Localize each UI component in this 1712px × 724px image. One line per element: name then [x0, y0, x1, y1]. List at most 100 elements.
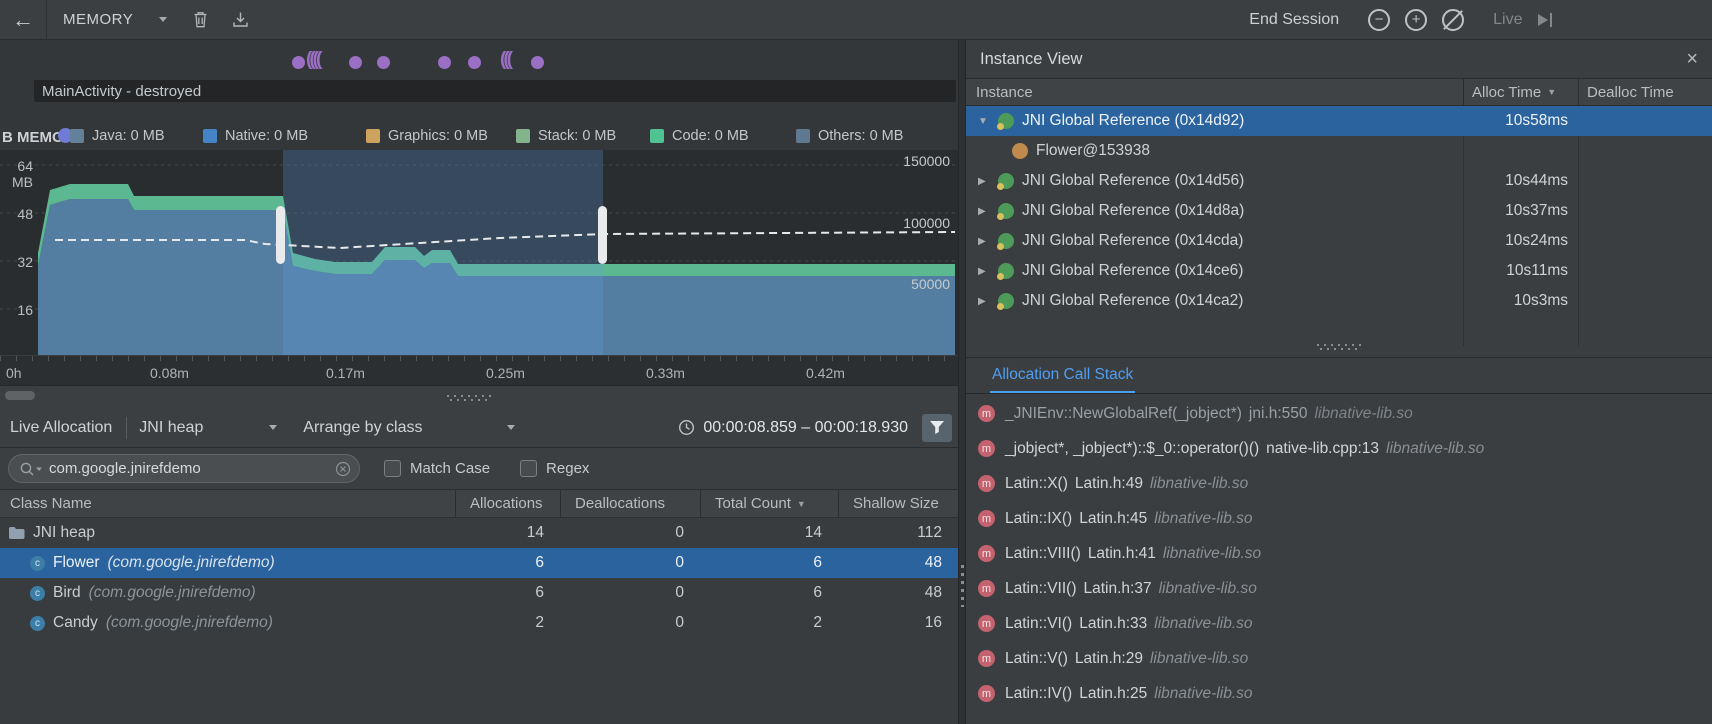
timeline-splitter[interactable] [0, 385, 958, 408]
column-header-shallow-size[interactable]: Shallow Size [838, 490, 958, 518]
zoom-in-button[interactable]: + [1405, 9, 1427, 31]
table-row-candy[interactable]: c Candy (com.google.jnirefdemo) 2 0 2 16 [0, 608, 958, 638]
call-stack-frame[interactable]: m Latin::VI() Latin.h:33 libnative-lib.s… [966, 606, 1712, 641]
table-row-jni-heap[interactable]: JNI heap 14 0 14 112 [0, 518, 958, 548]
column-header-deallocations[interactable]: Deallocations [560, 490, 700, 518]
folder-icon [8, 526, 25, 540]
end-session-button[interactable]: End Session [1249, 11, 1339, 29]
touch-event-icon [377, 56, 390, 69]
table-row-flower[interactable]: c Flower (com.google.jnirefdemo) 6 0 6 4… [0, 548, 958, 578]
back-button[interactable]: ← [0, 0, 46, 40]
filter-button[interactable] [922, 414, 952, 442]
call-stack-frame[interactable]: m Latin::VIII() Latin.h:41 libnative-lib… [966, 536, 1712, 571]
call-stack-frame[interactable]: m _jobject*, _jobject*)::$_0::operator()… [966, 431, 1712, 466]
call-stack-frame[interactable]: m Latin::V() Latin.h:29 libnative-lib.so [966, 641, 1712, 676]
heap-dropdown[interactable]: JNI heap [139, 408, 277, 448]
column-header-dealloc-time[interactable]: Dealloc Time [1578, 78, 1712, 106]
column-header-class-name[interactable]: Class Name [0, 490, 455, 518]
vertical-splitter[interactable] [958, 40, 966, 724]
legend-item-stack: Stack: 0 MB [516, 128, 616, 144]
search-field[interactable] [8, 454, 360, 483]
memory-chart[interactable] [0, 150, 958, 355]
top-toolbar: ← MEMORY End Session − + Live [0, 0, 1712, 40]
expand-icon[interactable]: ▶ [978, 206, 990, 217]
live-allocation-label: Live Allocation [10, 419, 112, 437]
clock-icon [678, 419, 695, 436]
call-stack-frame[interactable]: m Latin::VII() Latin.h:37 libnative-lib.… [966, 571, 1712, 606]
expand-icon[interactable]: ▶ [978, 266, 990, 277]
expand-icon[interactable]: ▶ [978, 296, 990, 307]
tick-marks [0, 356, 958, 361]
discard-session-button[interactable] [181, 0, 220, 40]
expand-icon[interactable]: ▶ [978, 236, 990, 247]
method-icon: m [978, 440, 995, 457]
selection-handle-left[interactable] [276, 206, 285, 264]
regex-checkbox[interactable] [520, 460, 537, 477]
x-axis-label: 0.08m [150, 365, 189, 381]
instance-row[interactable]: ▶ JNI Global Reference (0x14ca2) 10s3ms [966, 286, 1712, 316]
call-stack-frame[interactable]: m Latin::IV() Latin.h:25 libnative-lib.s… [966, 676, 1712, 711]
call-stack-tabbar: Allocation Call Stack [966, 358, 1712, 394]
expand-icon[interactable]: ▶ [978, 176, 990, 187]
profiler-type-dropdown[interactable]: MEMORY [47, 0, 181, 40]
selection-region[interactable] [283, 150, 603, 355]
instance-row[interactable]: ▶ JNI Global Reference (0x14d8a) 10s37ms [966, 196, 1712, 226]
jni-ref-icon [998, 293, 1014, 309]
regex-label: Regex [546, 460, 589, 477]
method-icon: m [978, 615, 995, 632]
go-live-icon[interactable] [1538, 13, 1553, 27]
export-session-button[interactable] [220, 0, 261, 40]
horizontal-splitter[interactable] [966, 344, 1712, 350]
instance-row[interactable]: ▼ JNI Global Reference (0x14d92) 10s58ms [966, 106, 1712, 136]
sort-arrow-icon: ▼ [797, 499, 806, 509]
x-axis-label: 0.33m [646, 365, 685, 381]
call-stack-frame[interactable]: m _JNIEnv::NewGlobalRef(_jobject*) jni.h… [966, 396, 1712, 431]
method-icon: m [978, 475, 995, 492]
arrange-dropdown[interactable]: Arrange by class [303, 408, 515, 448]
instance-row[interactable]: ▶ JNI Global Reference (0x14d56) 10s44ms [966, 166, 1712, 196]
memory-chart-area: 64 MB 48 32 16 150000 100000 50000 [0, 150, 958, 355]
method-icon: m [978, 650, 995, 667]
match-case-checkbox[interactable] [384, 460, 401, 477]
instance-view-titlebar: Instance View × [966, 40, 1712, 78]
collapse-icon[interactable]: ▼ [978, 116, 990, 127]
table-row-bird[interactable]: c Bird (com.google.jnirefdemo) 6 0 6 48 [0, 578, 958, 608]
toolbar-right-group: End Session − + Live [1249, 9, 1712, 31]
legend-swatch [70, 129, 84, 143]
selection-handle-right[interactable] [598, 206, 607, 264]
close-icon[interactable]: × [1686, 49, 1698, 69]
activity-lifecycle-bar[interactable]: MainActivity - destroyed [34, 80, 956, 102]
allocation-toolbar: Live Allocation JNI heap Arrange by clas… [0, 408, 958, 448]
legend-item-others: Others: 0 MB [796, 128, 903, 144]
reset-zoom-button[interactable] [1442, 9, 1464, 31]
y-axis-right-label: 150000 [903, 153, 950, 169]
memory-legend: B MEMORY Java: 0 MB Native: 0 MB Graphic… [0, 124, 958, 152]
column-header-total-count[interactable]: Total Count ▼ [700, 490, 838, 518]
search-input[interactable] [49, 460, 335, 477]
zoom-out-button[interactable]: − [1368, 9, 1390, 31]
method-icon: m [978, 405, 995, 422]
instance-row[interactable]: ▶ JNI Global Reference (0x14cda) 10s24ms [966, 226, 1712, 256]
tab-allocation-call-stack[interactable]: Allocation Call Stack [990, 358, 1135, 393]
live-button[interactable]: Live [1493, 11, 1522, 29]
jni-ref-icon [998, 263, 1014, 279]
trash-icon [193, 11, 208, 28]
legend-item-code: Code: 0 MB [650, 128, 749, 144]
timeline-scrollbar[interactable] [5, 391, 35, 400]
splitter-handle[interactable] [447, 395, 491, 401]
chevron-down-icon [159, 17, 167, 22]
call-stack-frame[interactable]: m Latin::X() Latin.h:49 libnative-lib.so [966, 466, 1712, 501]
selection-time-range: 00:00:08.859 – 00:00:18.930 [703, 419, 908, 437]
instance-table: ▼ JNI Global Reference (0x14d92) 10s58ms… [966, 106, 1712, 316]
clear-search-button[interactable] [335, 461, 351, 477]
instance-child-row[interactable]: Flower@153938 [966, 136, 1712, 166]
column-header-instance[interactable]: Instance [966, 84, 1463, 101]
legend-swatch [796, 129, 810, 143]
x-axis-label: 0.42m [806, 365, 845, 381]
call-stack-frame[interactable]: m Latin::IX() Latin.h:45 libnative-lib.s… [966, 501, 1712, 536]
zoom-out-icon: − [1375, 12, 1384, 27]
instance-row[interactable]: ▶ JNI Global Reference (0x14ce6) 10s11ms [966, 256, 1712, 286]
column-header-alloc-time[interactable]: Alloc Time ▼ [1463, 78, 1578, 106]
column-header-allocations[interactable]: Allocations [455, 490, 560, 518]
chevron-down-icon [269, 425, 277, 430]
